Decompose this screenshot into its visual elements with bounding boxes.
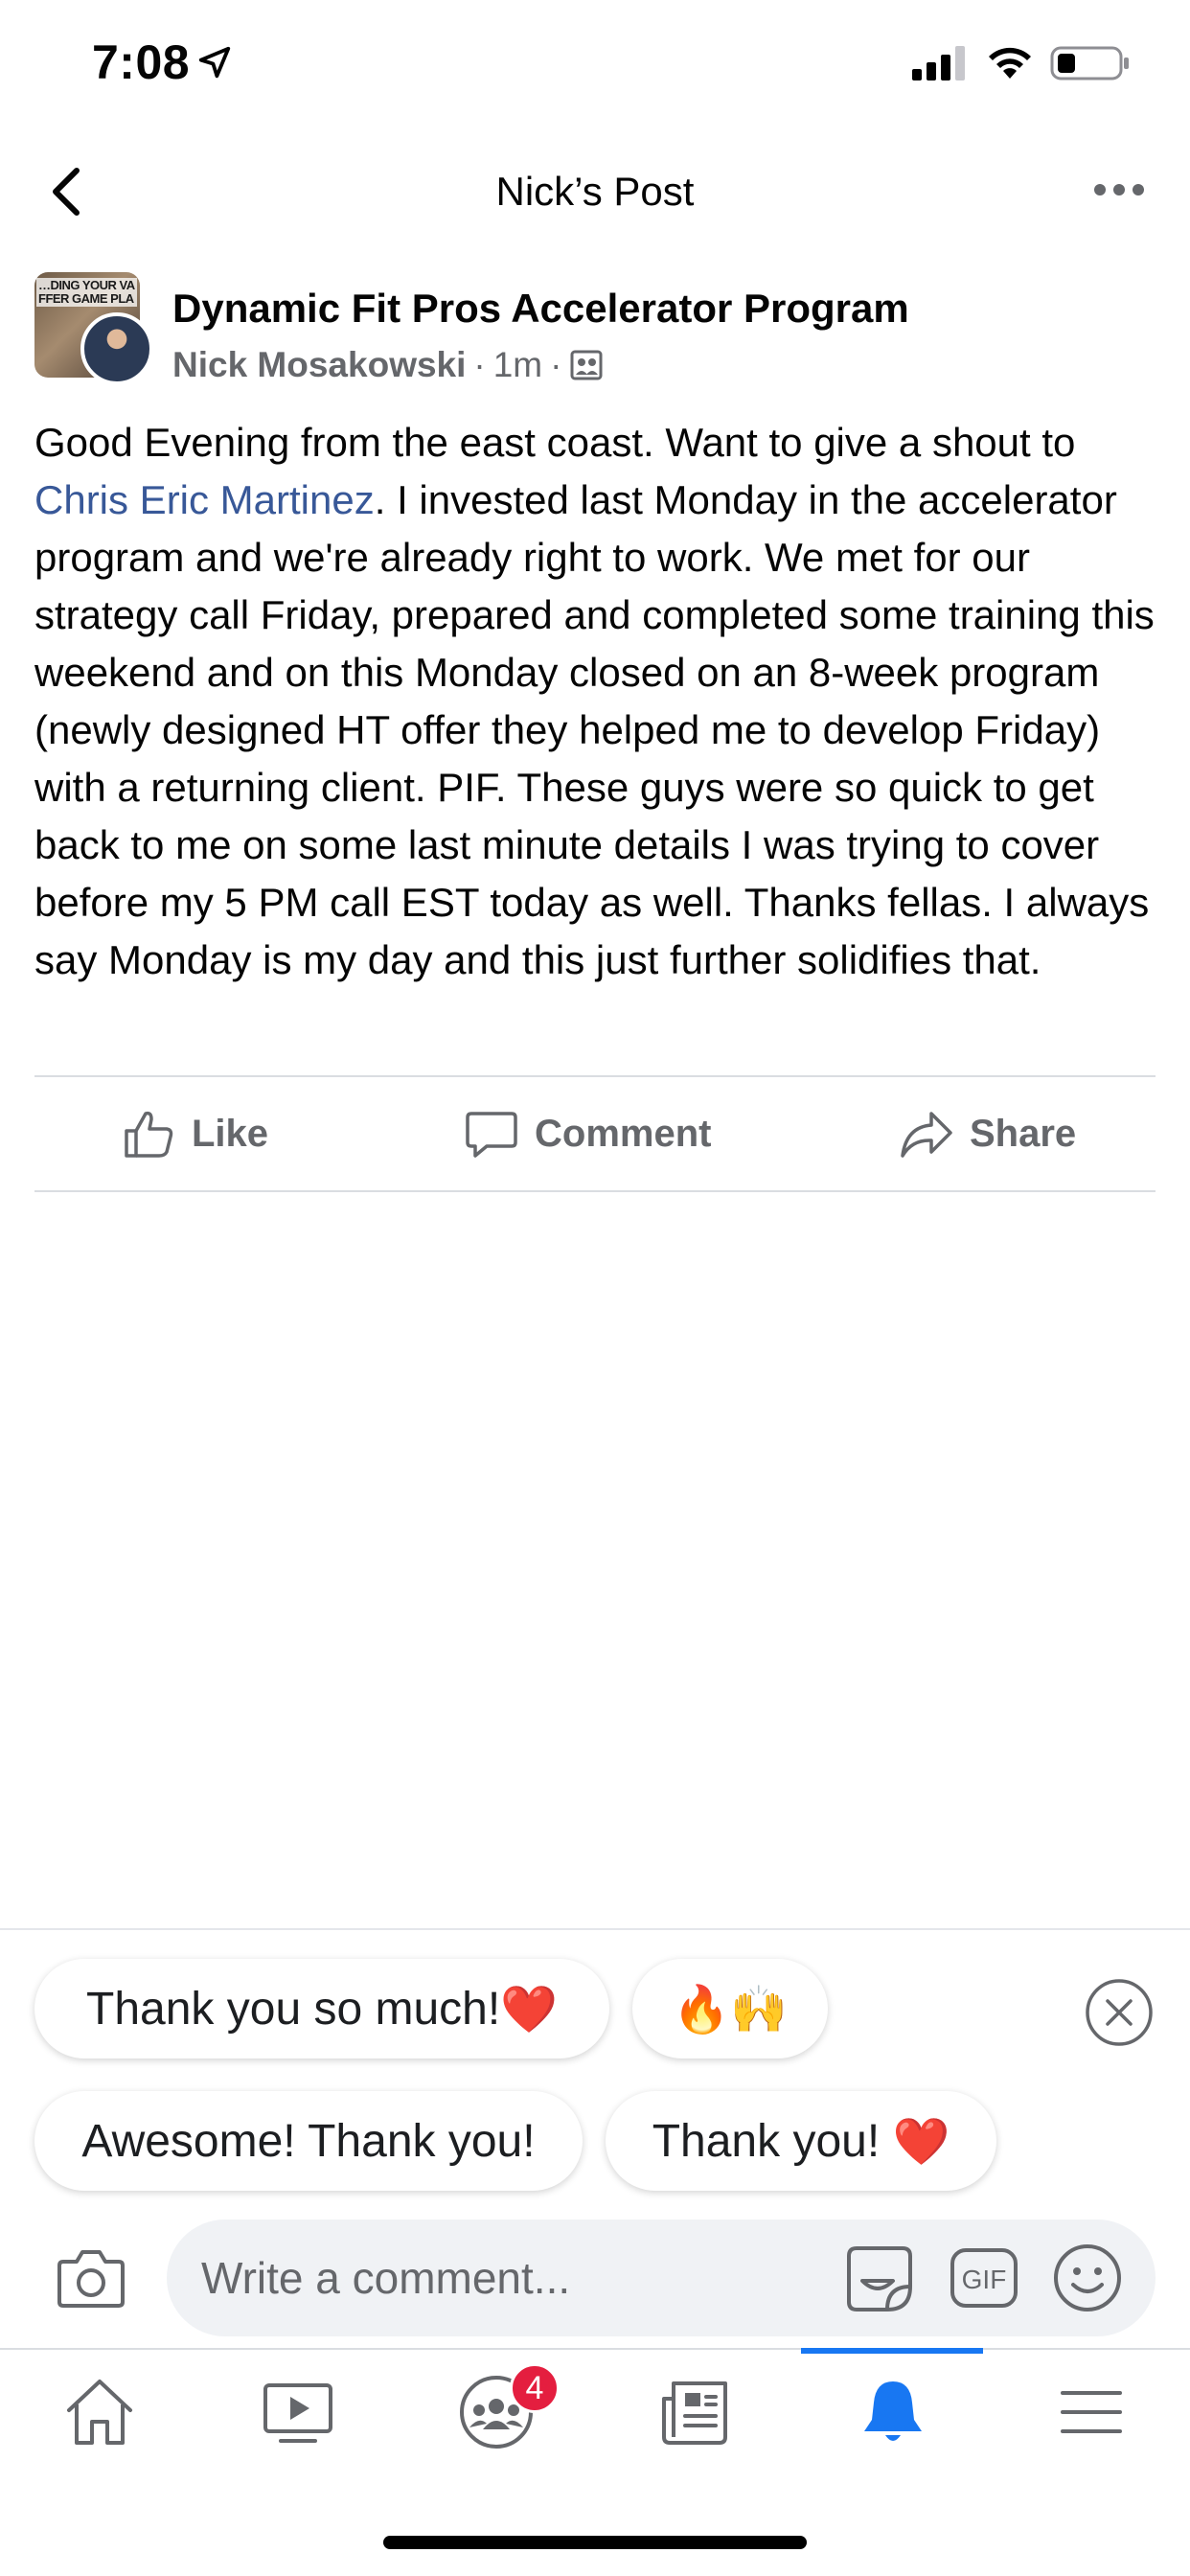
comment-label: Comment bbox=[535, 1112, 712, 1155]
quick-reply-text: Thank you! bbox=[652, 2115, 893, 2167]
like-label: Like bbox=[192, 1112, 269, 1155]
comment-box[interactable]: GIF bbox=[167, 2220, 1156, 2336]
home-icon bbox=[66, 2380, 132, 2445]
cellular-signal-icon bbox=[912, 46, 965, 80]
tab-notifications[interactable] bbox=[793, 2350, 992, 2474]
gif-icon[interactable]: GIF bbox=[949, 2246, 1019, 2310]
news-feed-icon bbox=[661, 2381, 727, 2445]
close-icon[interactable] bbox=[1085, 1978, 1154, 2047]
share-label: Share bbox=[970, 1112, 1077, 1155]
watch-video-icon bbox=[263, 2383, 332, 2443]
share-arrow-icon bbox=[901, 1112, 952, 1158]
tab-menu[interactable] bbox=[992, 2350, 1190, 2474]
sticker-icon[interactable] bbox=[843, 2242, 916, 2315]
more-options-icon[interactable] bbox=[1092, 178, 1146, 201]
comment-input[interactable] bbox=[201, 2220, 776, 2336]
camera-icon[interactable] bbox=[56, 2246, 126, 2310]
comment-composer: GIF bbox=[0, 2216, 1190, 2342]
post-text-end: . I invested last Monday in the accelera… bbox=[34, 477, 1155, 982]
divider bbox=[34, 1190, 1156, 1192]
comment-button[interactable]: Comment bbox=[464, 1077, 711, 1190]
post-action-bar: Like Comment Share bbox=[34, 1077, 1156, 1190]
author-name[interactable]: Nick Mosakowski bbox=[172, 345, 466, 384]
tab-groups[interactable]: 4 bbox=[397, 2350, 595, 2474]
groups-badge: 4 bbox=[510, 2363, 560, 2413]
meta-separator: · bbox=[550, 345, 562, 384]
quick-reply-chip[interactable]: Thank you! ❤️ bbox=[606, 2091, 996, 2191]
like-thumb-icon bbox=[125, 1111, 173, 1158]
author-avatar[interactable] bbox=[80, 312, 153, 385]
tab-news[interactable] bbox=[595, 2350, 793, 2474]
quick-replies: Thank you so much! ❤️ 🔥🙌 Awesome! Thank y… bbox=[0, 1928, 1190, 2218]
page-title: Nick’s Post bbox=[495, 169, 695, 214]
comment-bubble-icon bbox=[466, 1112, 517, 1158]
home-indicator[interactable] bbox=[383, 2536, 807, 2549]
tab-watch[interactable] bbox=[198, 2350, 397, 2474]
emoji-icon[interactable] bbox=[1052, 2242, 1123, 2313]
notifications-bell-icon bbox=[863, 2381, 922, 2441]
bottom-tab-bar: 4 bbox=[0, 2348, 1190, 2474]
tab-home[interactable] bbox=[0, 2350, 198, 2474]
mention-link[interactable]: Chris Eric Martinez bbox=[34, 477, 375, 522]
status-time: 7:08 bbox=[92, 35, 191, 89]
menu-hamburger-icon bbox=[1060, 2391, 1122, 2433]
heart-emoji: ❤️ bbox=[500, 1984, 558, 2036]
svg-text:GIF: GIF bbox=[962, 2265, 1007, 2294]
fire-raised-hands-emoji: 🔥🙌 bbox=[673, 1984, 788, 2036]
post-body: Good Evening from the east coast. Want t… bbox=[34, 414, 1156, 989]
status-bar: 7:08 bbox=[0, 0, 1190, 134]
post-time[interactable]: 1m bbox=[493, 345, 542, 384]
post-header: …DING YOUR VA FFER GAME PLA Dynamic Fit P… bbox=[34, 272, 1156, 397]
like-button[interactable]: Like bbox=[121, 1077, 268, 1190]
quick-reply-chip[interactable]: 🔥🙌 bbox=[632, 1959, 828, 2058]
quick-reply-chip[interactable]: Thank you so much! ❤️ bbox=[34, 1959, 609, 2058]
quick-reply-text: Thank you so much! bbox=[86, 1983, 501, 2035]
meta-separator: · bbox=[473, 345, 486, 384]
share-button[interactable]: Share bbox=[899, 1077, 1076, 1190]
group-avatar-text: …DING YOUR VA FFER GAME PLA bbox=[36, 278, 137, 307]
post-meta: Nick Mosakowski · 1m · bbox=[172, 345, 604, 385]
heart-emoji: ❤️ bbox=[892, 2116, 950, 2168]
nav-header: Nick’s Post bbox=[0, 144, 1190, 240]
wifi-icon bbox=[989, 47, 1031, 79]
group-privacy-icon bbox=[570, 350, 603, 380]
quick-reply-chip[interactable]: Awesome! Thank you! bbox=[34, 2091, 583, 2191]
group-name[interactable]: Dynamic Fit Pros Accelerator Program bbox=[172, 286, 909, 332]
post-text-start: Good Evening from the east coast. Want t… bbox=[34, 420, 1076, 465]
battery-icon bbox=[1050, 46, 1129, 80]
location-arrow-icon bbox=[198, 46, 231, 79]
quick-reply-text: Awesome! Thank you! bbox=[81, 2115, 536, 2167]
